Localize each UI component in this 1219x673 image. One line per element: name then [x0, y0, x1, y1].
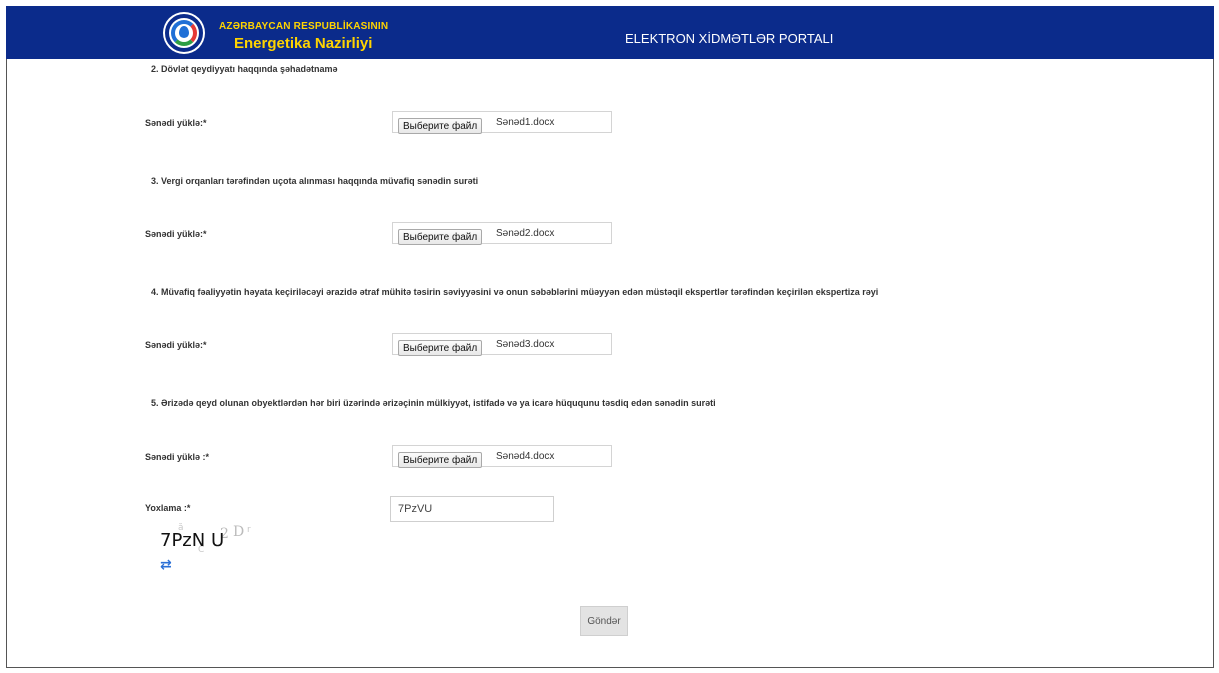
submit-button[interactable]: Göndər	[580, 606, 628, 636]
file-upload-5: Выберите файл Sənəd4.docx	[392, 445, 612, 468]
choose-file-button-4[interactable]: Выберите файл	[398, 340, 483, 356]
file-upload-3: Выберите файл Sənəd2.docx	[392, 222, 612, 245]
upload-label-4: Sənədi yüklə:*	[145, 340, 207, 350]
choose-file-button-3[interactable]: Выберите файл	[398, 229, 483, 245]
portal-header: AZƏRBAYCAN RESPUBLİKASININ Energetika Na…	[6, 6, 1214, 59]
file-upload-2: Выберите файл Sənəd1.docx	[392, 111, 612, 134]
choose-file-button-5[interactable]: Выберите файл	[398, 452, 483, 468]
captcha-label: Yoxlama :*	[145, 503, 191, 513]
file-name-5: Sənəd4.docx	[496, 451, 555, 462]
captcha-image: ă C 2 D r 7PzN U	[160, 523, 251, 554]
file-upload-4: Выберите файл Sənəd3.docx	[392, 333, 612, 356]
org-name-line1: AZƏRBAYCAN RESPUBLİKASININ	[219, 21, 389, 32]
section-heading-4: 4. Müvafiq fəaliyyətin həyata keçiriləcə…	[151, 287, 879, 297]
ministry-logo-icon	[165, 14, 203, 52]
org-name-line2: Energetika Nazirliyi	[234, 35, 373, 52]
file-name-4: Sənəd3.docx	[496, 339, 555, 350]
section-heading-3: 3. Vergi orqanları tərəfindən uçota alın…	[151, 176, 479, 186]
upload-label-5: Sənədi yüklə :*	[145, 452, 210, 462]
refresh-captcha-icon[interactable]: ⇄	[160, 557, 174, 571]
logo-drop	[179, 26, 189, 38]
section-heading-2: 2. Dövlət qeydiyyatı haqqında şəhadətnam…	[151, 64, 338, 74]
captcha-noise: r	[247, 525, 251, 535]
captcha-text: 7PzN U	[160, 530, 224, 551]
captcha-input[interactable]	[390, 496, 554, 522]
upload-label-2: Sənədi yüklə:*	[145, 118, 207, 128]
captcha-noise: D	[233, 524, 244, 540]
file-name-2: Sənəd1.docx	[496, 117, 555, 128]
upload-label-3: Sənədi yüklə:*	[145, 229, 207, 239]
choose-file-button-2[interactable]: Выберите файл	[398, 118, 483, 134]
portal-title: ELEKTRON XİDMƏTLƏR PORTALI	[625, 31, 834, 46]
form-container	[6, 59, 1214, 668]
section-heading-5: 5. Ərizədə qeyd olunan obyektlərdən hər …	[151, 398, 716, 408]
file-name-3: Sənəd2.docx	[496, 228, 555, 239]
